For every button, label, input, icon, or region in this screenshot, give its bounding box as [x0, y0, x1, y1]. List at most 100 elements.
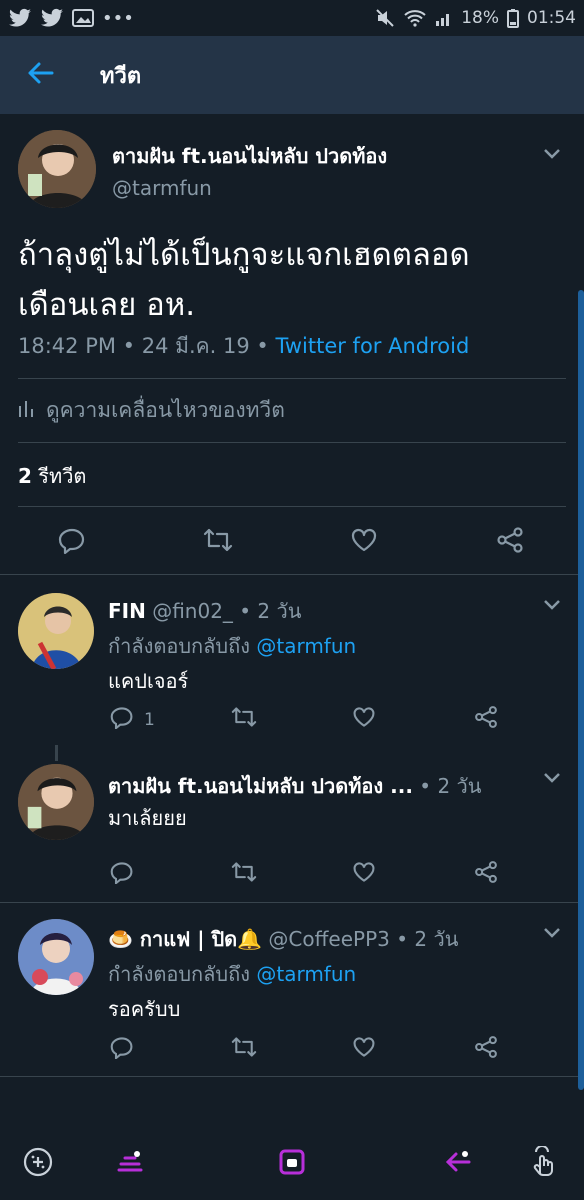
activity-bars-icon [18, 398, 34, 423]
replying-to: กำลังตอบกลับถึง @tarmfun [108, 958, 356, 990]
tweet-menu-button[interactable] [538, 923, 566, 943]
like-icon [352, 860, 376, 889]
share-button[interactable] [474, 1035, 498, 1064]
back-button[interactable] [0, 36, 80, 114]
gallery-icon [72, 8, 94, 28]
author-handle[interactable]: @tarmfun [112, 176, 212, 200]
reply-handle-time: • 2 วัน [412, 774, 482, 798]
status-bar: ••• 18% 01:54 [0, 0, 584, 36]
retweet-button[interactable] [230, 705, 258, 734]
retweet-icon [230, 860, 258, 889]
replying-to: กำลังตอบกลับถึง @tarmfun [108, 630, 356, 662]
share-icon [474, 860, 498, 889]
divider [18, 378, 566, 379]
reply-tweet[interactable]: FIN @fin02_ • 2 วัน กำลังตอบกลับถึง @tar… [0, 575, 584, 735]
reply-icon [110, 860, 134, 889]
retweet-label: รีทวีต [31, 464, 87, 488]
share-button[interactable] [474, 860, 498, 889]
wifi-icon [403, 8, 427, 28]
activity-label: ดูความเคลื่อนไหวของทวีต [46, 398, 285, 422]
clock: 01:54 [527, 8, 576, 28]
chevron-down-icon [543, 145, 561, 164]
reply-button[interactable] [110, 1035, 134, 1064]
like-button[interactable] [352, 705, 376, 734]
tweet-source-link[interactable]: Twitter for Android [276, 334, 470, 358]
reply-button[interactable]: 1 [110, 705, 155, 734]
thread-connector [55, 745, 58, 761]
retweet-stats[interactable]: 2 รีทวีต [18, 460, 86, 492]
mention-link[interactable]: @tarmfun [256, 962, 356, 986]
replying-to-label: กำลังตอบกลับถึง [108, 962, 257, 986]
share-button[interactable] [496, 526, 524, 559]
reply-button[interactable] [58, 526, 86, 559]
reply-button[interactable] [110, 860, 134, 889]
chevron-down-icon [543, 924, 561, 943]
like-icon [352, 1035, 376, 1064]
divider [18, 506, 566, 507]
twitter-notification-icon-2 [40, 8, 64, 28]
avatar[interactable] [18, 764, 94, 840]
retweet-button[interactable] [230, 860, 258, 889]
reply-handle-time: @CoffeePP3 • 2 วัน [262, 927, 459, 951]
avatar[interactable] [18, 593, 94, 669]
tweet-text: ถ้าลุงตู่ไม่ได้เป็นกูจะแจกเฮดตลอด เดือนเ… [18, 230, 558, 330]
reply-text: แคปเจอร์ [108, 669, 189, 693]
tweet-menu-button[interactable] [538, 595, 566, 615]
retweet-button[interactable] [202, 526, 234, 559]
reply-header: 🍮 กาแฟ | ปิด🔔 @CoffeePP3 • 2 วัน [108, 923, 458, 955]
like-button[interactable] [350, 526, 378, 559]
section-divider [0, 1076, 584, 1077]
reply-icon [110, 705, 134, 734]
avatar[interactable] [18, 919, 94, 995]
home-button[interactable] [272, 1144, 312, 1184]
retweet-count: 2 [18, 464, 32, 488]
reply-count: 1 [144, 709, 155, 730]
bottom-nav-bar [0, 1130, 584, 1200]
share-icon [474, 705, 498, 734]
game-tools-button[interactable] [18, 1144, 58, 1184]
retweet-icon [230, 705, 258, 734]
reply-tweet[interactable]: ตามฝัน ft.นอนไม่หลับ ปวดท้อง ... • 2 วัน… [0, 760, 584, 900]
tweet-text-line-1: ถ้าลุงตู่ไม่ได้เป็นกูจะแจกเฮดตลอด [18, 237, 470, 273]
tweet-actions [0, 514, 584, 570]
avatar[interactable] [18, 130, 96, 208]
like-button[interactable] [352, 1035, 376, 1064]
reply-icon [58, 526, 86, 559]
reply-tweet[interactable]: 🍮 กาแฟ | ปิด🔔 @CoffeePP3 • 2 วัน กำลังตอ… [0, 903, 584, 1075]
mute-icon [375, 8, 395, 28]
gesture-button[interactable] [524, 1144, 564, 1184]
mention-link[interactable]: @tarmfun [256, 634, 356, 658]
tweet-menu-button[interactable] [538, 768, 566, 788]
page-title: ทวีต [100, 63, 142, 89]
back-nav-button[interactable] [438, 1144, 478, 1184]
back-arrow-icon [26, 61, 54, 89]
reply-author-name[interactable]: FIN [108, 599, 146, 623]
battery-percent: 18% [461, 8, 499, 28]
app-header: ทวีต [0, 36, 584, 114]
retweet-icon [230, 1035, 258, 1064]
like-button[interactable] [352, 860, 376, 889]
recent-apps-button[interactable] [110, 1144, 150, 1184]
share-icon [496, 526, 524, 559]
back-nav-icon [441, 1146, 475, 1182]
reply-text: มาเล้ยยย [108, 806, 187, 830]
tweet-meta: 18:42 PM • 24 มี.ค. 19 • Twitter for And… [18, 330, 469, 363]
share-button[interactable] [474, 705, 498, 734]
scrollbar[interactable] [578, 290, 584, 1090]
retweet-button[interactable] [230, 1035, 258, 1064]
hand-pointer-icon [528, 1145, 560, 1182]
tweet-activity-link[interactable]: ดูความเคลื่อนไหวของทวีต [18, 394, 285, 427]
author-name[interactable]: ตามฝัน ft.นอนไม่หลับ ปวดท้อง [112, 140, 387, 172]
main-tweet: ตามฝัน ft.นอนไม่หลับ ปวดท้อง @tarmfun ถ้… [0, 114, 584, 574]
tweet-menu-button[interactable] [538, 144, 566, 164]
twitter-notification-icon [8, 8, 32, 28]
reply-author-name[interactable]: 🍮 กาแฟ | ปิด🔔 [108, 927, 262, 951]
replying-to-label: กำลังตอบกลับถึง [108, 634, 257, 658]
reply-author-name[interactable]: ตามฝัน ft.นอนไม่หลับ ปวดท้อง ... [108, 774, 413, 798]
home-icon [276, 1146, 308, 1182]
retweet-icon [202, 526, 234, 559]
like-icon [350, 526, 378, 559]
tweet-text-line-2: เดือนเลย อห. [18, 287, 196, 323]
divider [18, 442, 566, 443]
battery-icon [507, 8, 519, 28]
